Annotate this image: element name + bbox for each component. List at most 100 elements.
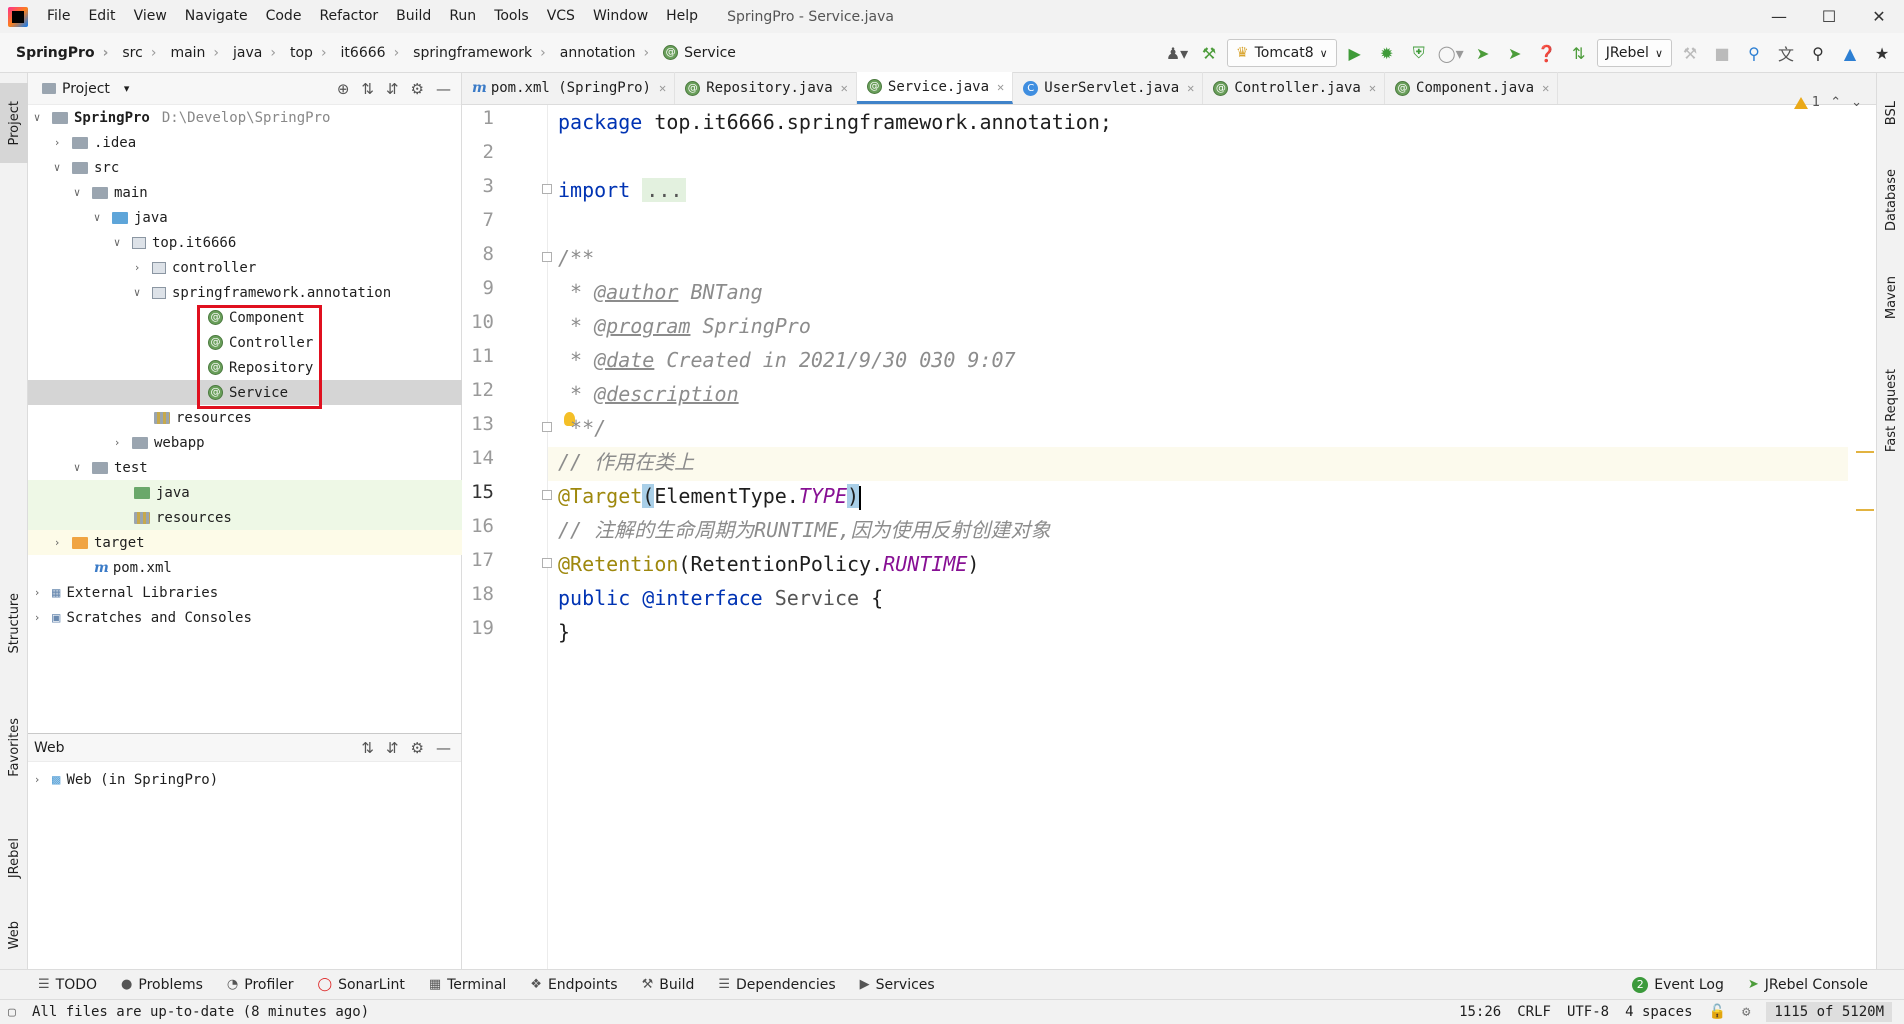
menu-view[interactable]: View [125,0,176,33]
tree-item-controller-annotation[interactable]: @ Controller [28,330,462,355]
tab-project[interactable]: Project [0,83,28,163]
collapse-all-icon[interactable]: ⇵ [386,80,399,98]
breadcrumb-item[interactable]: it6666 › [331,45,404,61]
jrebel-debug-icon[interactable]: ➤ [1501,39,1529,67]
expand-all-icon[interactable]: ⇅ [361,739,374,757]
search-help-icon[interactable]: ⚲ [1740,39,1768,67]
tab-repository-java[interactable]: @ Repository.java ✕ [675,72,857,104]
chevron-down-icon[interactable]: ▾ [124,82,130,95]
status-toggle-icon[interactable]: ▢ [8,1005,16,1020]
gear-icon[interactable]: ⚙ [411,80,424,98]
breadcrumb-item[interactable]: java › [223,45,280,61]
gear-icon[interactable]: ⚙ [411,739,424,757]
breadcrumb-item[interactable]: main › [160,45,223,61]
breadcrumb-item[interactable]: SpringPro › [0,45,112,61]
chevron-down-icon[interactable]: ⌄ [1851,95,1862,110]
breadcrumb-item[interactable]: annotation › [550,45,653,61]
tree-item-springframework-annotation[interactable]: ∨ springframework.annotation [28,280,462,305]
tree-item-main[interactable]: ∨ main [28,180,462,205]
menu-help[interactable]: Help [657,0,707,33]
plugin-icon[interactable]: ★ [1868,39,1896,67]
stop-icon[interactable]: ■ [1708,39,1736,67]
memory-indicator[interactable]: 1115 of 5120M [1766,1002,1892,1022]
tree-item-target[interactable]: › target [28,530,462,555]
close-button[interactable]: ✕ [1854,0,1904,33]
menu-edit[interactable]: Edit [79,0,124,33]
user-icon[interactable]: ♟▾ [1163,39,1191,67]
menu-refactor[interactable]: Refactor [310,0,387,33]
tree-item-java[interactable]: ∨ java [28,205,462,230]
tab-pom-xml[interactable]: m pom.xml (SpringPro) ✕ [462,72,676,104]
build-hammer-icon[interactable]: ⚒ [1195,39,1223,67]
tab-terminal[interactable]: ▦ Terminal [417,977,518,993]
breadcrumb-item[interactable]: @ Service [653,45,740,61]
tree-item-resources[interactable]: resources [28,405,462,430]
breadcrumb-item[interactable]: springframework › [403,45,550,61]
menu-navigate[interactable]: Navigate [176,0,257,33]
close-icon[interactable]: ✕ [1369,81,1376,95]
menu-code[interactable]: Code [257,0,311,33]
tree-item-webapp[interactable]: › webapp [28,430,462,455]
tree-item-scratches[interactable]: › ▣ Scratches and Consoles [28,605,462,630]
tree-item-web[interactable]: › ▩ Web (in SpringPro) [28,767,462,792]
panel-title[interactable]: Project [62,81,110,97]
breadcrumb-item[interactable]: top › [280,45,331,61]
tab-dependencies[interactable]: ☰ Dependencies [706,977,847,993]
tree-item-controller[interactable]: › controller [28,255,462,280]
close-icon[interactable]: ✕ [1187,81,1194,95]
tab-sonarlint[interactable]: ◯ SonarLint [306,977,417,993]
tree-item-src[interactable]: ∨ src [28,155,462,180]
tab-bsl[interactable]: BSL [1877,83,1904,143]
tab-service-java[interactable]: @ Service.java ✕ [856,72,1014,104]
tab-problems[interactable]: ● Problems [109,977,215,993]
jrebel-help-icon[interactable]: ❓ [1533,39,1561,67]
folded-imports[interactable]: ... [642,178,687,202]
tab-controller-java[interactable]: @ Controller.java ✕ [1203,72,1386,104]
inspection-widget[interactable]: 1 ⌃ ⌄ [1793,95,1862,110]
tab-endpoints[interactable]: ❖ Endpoints [518,977,629,993]
tree-item-repository[interactable]: @ Repository [28,355,462,380]
jrebel-select[interactable]: JRebel ∨ [1596,39,1672,67]
maximize-button[interactable]: ☐ [1804,0,1854,33]
menu-file[interactable]: File [38,0,79,33]
update-icon[interactable]: ▲ [1836,39,1864,67]
tree-item-pom-xml[interactable]: m pom.xml [28,555,462,580]
tree-item-idea[interactable]: › .idea [28,130,462,155]
jrebel-run-icon[interactable]: ➤ [1469,39,1497,67]
translate-icon[interactable]: 文 [1772,39,1800,67]
hide-icon[interactable]: — [436,739,451,757]
menu-run[interactable]: Run [440,0,485,33]
menu-build[interactable]: Build [387,0,440,33]
tree-item-test[interactable]: ∨ test [28,455,462,480]
line-separator[interactable]: CRLF [1517,1004,1551,1020]
search-icon[interactable]: ⚲ [1804,39,1832,67]
tab-jrebel-console[interactable]: ➤ JRebel Console [1736,977,1904,993]
file-encoding[interactable]: UTF-8 [1567,1004,1609,1020]
hide-icon[interactable]: — [436,80,451,98]
tree-item-top-it6666[interactable]: ∨ top.it6666 [28,230,462,255]
close-icon[interactable]: ✕ [841,81,848,95]
debug-icon[interactable]: ✹ [1373,39,1401,67]
collapse-all-icon[interactable]: ⇵ [386,739,399,757]
tab-jrebel[interactable]: JRebel [0,823,28,893]
tab-database[interactable]: Database [1877,155,1904,245]
tree-item-service[interactable]: @ Service [28,380,462,405]
minimize-button[interactable]: — [1754,0,1804,33]
tab-favorites[interactable]: Favorites [0,705,28,790]
locate-icon[interactable]: ⊕ [337,80,350,98]
tab-web[interactable]: Web [0,908,28,963]
error-stripe-mark[interactable] [1856,451,1874,453]
inspection-profile-icon[interactable]: ⚙ [1742,1004,1750,1020]
menu-tools[interactable]: Tools [485,0,538,33]
run-config-select[interactable]: ♛ Tomcat8 ∨ [1227,39,1337,67]
tree-item-test-resources[interactable]: resources [28,505,462,530]
tab-maven[interactable]: Maven [1877,263,1904,333]
breadcrumb-item[interactable]: src › [112,45,160,61]
lock-icon[interactable]: 🔓 [1709,1004,1726,1020]
tab-todo[interactable]: ☰ TODO [0,977,109,993]
expand-all-icon[interactable]: ⇅ [361,80,374,98]
tab-fast-request[interactable]: Fast Request [1877,351,1904,471]
build-project-icon[interactable]: ⚒ [1676,39,1704,67]
tab-build[interactable]: ⚒ Build [630,977,707,993]
tab-component-java[interactable]: @ Component.java ✕ [1385,72,1559,104]
